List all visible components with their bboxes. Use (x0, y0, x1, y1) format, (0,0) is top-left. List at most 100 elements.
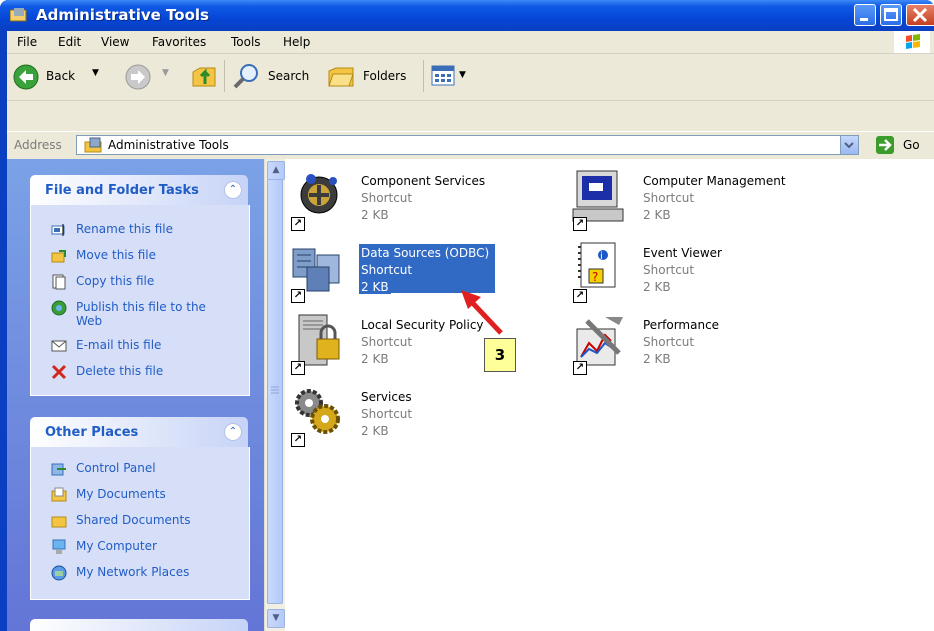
file-name: Data Sources (ODBC) (359, 246, 492, 260)
menu-favorites[interactable]: Favorites (152, 35, 206, 49)
chevron-up-icon: ⌃ (228, 184, 238, 195)
file-item-performance[interactable]: ↗ Performance Shortcut 2 KB (571, 313, 841, 375)
file-name: Services (361, 390, 412, 404)
step-callout: 3 (484, 338, 516, 372)
collapse-other-places-button[interactable]: ⌃ (224, 423, 242, 441)
address-label: Address (14, 138, 62, 152)
task-pane-scrollbar[interactable]: ▲ ▼ (264, 159, 285, 631)
file-list: ↗ Component Services Shortcut 2 KB ↗ Com… (285, 159, 934, 631)
back-dropdown-icon[interactable]: ▼ (92, 68, 99, 78)
back-button[interactable]: Back ▼ (12, 62, 122, 92)
menu-bar: File Edit View Favorites Tools Help (7, 31, 934, 54)
control-panel-link[interactable]: Control Panel (76, 461, 156, 475)
file-item-computer-management[interactable]: ↗ Computer Management Shortcut 2 KB (571, 169, 841, 231)
file-item-data-sources-odbc[interactable]: ↗ Data Sources (ODBC) Shortcut 2 KB (289, 241, 559, 303)
address-value: Administrative Tools (108, 138, 229, 152)
title-bar[interactable]: Administrative Tools (0, 0, 934, 31)
search-label: Search (268, 69, 310, 83)
standard-buttons-row: Back ▼ ▼ Search Folders ▼ (7, 54, 934, 101)
publish-icon (51, 300, 67, 316)
task-pane: File and Folder Tasks ⌃ Rename this file… (7, 159, 264, 631)
views-icon (431, 65, 455, 86)
forward-button[interactable]: ▼ (124, 62, 184, 92)
file-size: 2 KB (643, 352, 671, 366)
file-size: 2 KB (643, 280, 671, 294)
control-panel-icon (51, 463, 66, 476)
move-icon (51, 250, 66, 263)
menu-tools[interactable]: Tools (231, 35, 261, 49)
file-size: 2 KB (361, 208, 389, 222)
copy-file-link[interactable]: Copy this file (76, 274, 154, 288)
file-item-services[interactable]: ↗ Services Shortcut 2 KB (289, 385, 559, 447)
file-folder-tasks-header[interactable]: File and Folder Tasks ⌃ (30, 175, 248, 205)
back-label: Back (46, 69, 76, 83)
file-folder-tasks-panel: Rename this file Move this file Copy thi… (30, 205, 250, 396)
maximize-icon (884, 8, 898, 21)
file-name: Event Viewer (643, 246, 722, 260)
network-places-link[interactable]: My Network Places (76, 565, 189, 579)
copy-icon (52, 274, 66, 290)
scroll-up-button[interactable]: ▲ (267, 161, 285, 180)
file-size: 2 KB (361, 352, 389, 366)
address-dropdown-button[interactable] (840, 136, 858, 154)
menu-help[interactable]: Help (283, 35, 310, 49)
shortcut-arrow-icon: ↗ (573, 289, 587, 303)
delete-file-link[interactable]: Delete this file (76, 364, 163, 378)
up-folder-button[interactable] (190, 62, 220, 92)
rename-file-link[interactable]: Rename this file (76, 222, 173, 236)
move-file-link[interactable]: Move this file (76, 248, 156, 262)
chevron-up-icon: ⌃ (228, 426, 238, 437)
shared-documents-link[interactable]: Shared Documents (76, 513, 190, 527)
details-header[interactable] (30, 619, 248, 631)
views-button[interactable]: ▼ (431, 64, 471, 90)
window-title: Administrative Tools (36, 6, 209, 24)
folders-button[interactable]: Folders (327, 62, 417, 92)
file-name: Performance (643, 318, 720, 332)
search-button[interactable]: Search (232, 62, 317, 92)
menu-view[interactable]: View (101, 35, 129, 49)
shared-documents-icon (51, 516, 67, 528)
my-documents-link[interactable]: My Documents (76, 487, 166, 501)
shortcut-arrow-icon: ↗ (291, 217, 305, 231)
email-file-link[interactable]: E-mail this file (76, 338, 161, 352)
file-type: Shortcut (643, 263, 695, 277)
maximize-button[interactable] (880, 4, 902, 26)
publish-file-link[interactable]: Publish this file to the (76, 300, 206, 314)
my-computer-link[interactable]: My Computer (76, 539, 157, 553)
other-places-panel: Control Panel My Documents Shared Docume… (30, 447, 250, 600)
file-type: Shortcut (361, 191, 413, 205)
go-label[interactable]: Go (903, 138, 920, 152)
menu-file[interactable]: File (17, 35, 37, 49)
address-bar: Address Administrative Tools Go (7, 131, 934, 159)
collapse-file-tasks-button[interactable]: ⌃ (224, 181, 242, 199)
other-places-header[interactable]: Other Places ⌃ (30, 417, 248, 447)
file-item-component-services[interactable]: ↗ Component Services Shortcut 2 KB (289, 169, 559, 231)
publish-file-link-web[interactable]: Web (76, 314, 102, 328)
file-folder-tasks-title: File and Folder Tasks (45, 183, 199, 198)
file-size: 2 KB (359, 280, 391, 294)
folders-icon (328, 67, 354, 87)
network-places-icon (51, 565, 67, 581)
forward-dropdown-icon[interactable]: ▼ (162, 68, 169, 78)
svg-text:i: i (600, 251, 603, 262)
address-input[interactable]: Administrative Tools (76, 135, 859, 155)
search-icon (233, 64, 258, 89)
scroll-thumb[interactable] (267, 179, 283, 604)
minimize-button[interactable] (854, 4, 876, 26)
go-button[interactable] (876, 136, 894, 154)
file-item-local-security-policy[interactable]: ↗ Local Security Policy Shortcut 2 KB (289, 313, 559, 375)
file-name: Component Services (361, 174, 486, 188)
file-type: Shortcut (643, 335, 695, 349)
close-button[interactable] (906, 4, 934, 26)
back-arrow-icon (13, 64, 39, 90)
scroll-down-button[interactable]: ▼ (267, 609, 285, 628)
close-icon (912, 7, 928, 23)
rename-icon (51, 224, 65, 236)
shortcut-arrow-icon: ↗ (291, 289, 305, 303)
minimize-icon (860, 18, 868, 21)
file-item-event-viewer[interactable]: i ? ↗ Event Viewer Shortcut 2 KB (571, 241, 841, 303)
menu-edit[interactable]: Edit (58, 35, 81, 49)
email-icon (51, 340, 67, 352)
file-type: Shortcut (359, 263, 415, 277)
views-dropdown-icon[interactable]: ▼ (459, 70, 466, 80)
